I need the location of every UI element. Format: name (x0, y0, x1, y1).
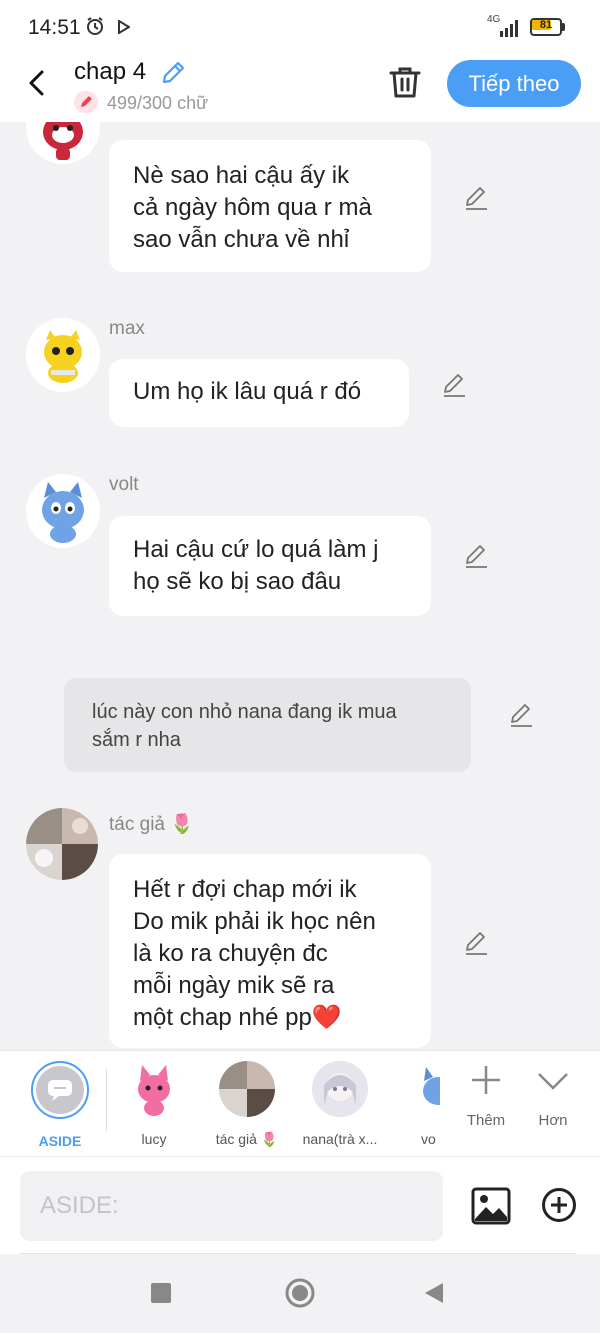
edit-message-icon[interactable] (463, 930, 489, 956)
divider (106, 1069, 107, 1131)
chat-bubble-icon (48, 1080, 72, 1101)
avatar[interactable] (26, 474, 100, 548)
edit-title-icon[interactable] (160, 60, 186, 86)
nav-back-icon[interactable] (424, 1282, 444, 1304)
chat-area: Nè sao hai cậu ấy ik cả ngày hôm qua r m… (0, 122, 600, 1050)
avatar[interactable] (26, 318, 100, 392)
back-arrow-icon[interactable] (24, 68, 50, 98)
aside-line: sắm r nha (92, 729, 181, 751)
word-counter: 499/300 chữ (107, 93, 209, 113)
character-tac-gia[interactable]: tác giả 🌷 (207, 1061, 287, 1148)
character-label: vo (421, 1131, 436, 1147)
speaker-name: volt (109, 474, 139, 495)
message-line: Hai cậu cứ lo quá làm j (133, 536, 379, 563)
character-label: lucy (141, 1131, 167, 1147)
message-line: Um họ ik lâu quá r đó (133, 378, 362, 405)
signal-icon (500, 20, 518, 37)
add-circle-icon[interactable] (541, 1187, 577, 1223)
plus-icon (472, 1066, 500, 1094)
avatar (219, 1061, 275, 1117)
message-line: Do mik phải ik học nên (133, 908, 376, 935)
next-button[interactable]: Tiếp theo (447, 60, 581, 107)
status-bar: 14:51 4G 81 (0, 0, 600, 56)
edit-message-icon[interactable] (463, 543, 489, 569)
more-button[interactable]: Hơn (523, 1063, 583, 1129)
system-nav-bar (0, 1254, 600, 1333)
speaker-name: tác giả 🌷 (109, 814, 194, 835)
message-line: mỗi ngày mik sẽ ra (133, 972, 335, 999)
character-selector: ASIDE lucy tác giả 🌷 nana(trà x... vo Th… (0, 1050, 600, 1156)
speaker-name: max (109, 318, 145, 339)
edit-message-icon[interactable] (463, 185, 489, 211)
character-aside[interactable]: ASIDE (20, 1061, 100, 1149)
edit-message-icon[interactable] (508, 702, 534, 728)
message-bubble[interactable]: Nè sao hai cậu ấy ik cả ngày hôm qua r m… (109, 140, 431, 272)
avatar (410, 1061, 440, 1117)
message-bubble[interactable]: Um họ ik lâu quá r đó (109, 359, 409, 427)
message-bubble[interactable]: Hết r đợi chap mới ik Do mik phải ik học… (109, 854, 431, 1048)
character-label: nana(trà x... (302, 1131, 378, 1147)
aside-bubble[interactable]: lúc này con nhỏ nana đang ik mua sắm r n… (64, 678, 471, 772)
message-bubble[interactable]: Hai cậu cứ lo quá làm j họ sẽ ko bị sao … (109, 516, 431, 616)
avatar[interactable] (26, 808, 98, 880)
message-line: cả ngày hôm qua r mà (133, 194, 372, 221)
battery-level: 81 (539, 19, 553, 31)
add-character-button[interactable]: Thêm (456, 1063, 516, 1129)
battery-icon: 81 (530, 18, 566, 36)
character-lucy[interactable]: lucy (114, 1061, 194, 1147)
recents-icon[interactable] (151, 1283, 171, 1303)
status-time: 14:51 (28, 16, 81, 39)
image-icon[interactable] (471, 1187, 511, 1225)
composer (0, 1156, 600, 1254)
message-line: sao vẫn chưa về nhỉ (133, 226, 350, 253)
chevron-down-icon (538, 1073, 568, 1090)
character-label: tác giả 🌷 (215, 1131, 279, 1147)
chapter-title[interactable]: chap 4 (74, 58, 146, 86)
avatar (126, 1061, 182, 1117)
message-line: là ko ra chuyện đc (133, 940, 328, 967)
message-line: một chap nhé pp❤️ (133, 1004, 342, 1031)
more-label: Hơn (538, 1112, 568, 1129)
message-input[interactable] (20, 1171, 443, 1241)
message-line: Hết r đợi chap mới ik (133, 876, 357, 903)
message-line: Nè sao hai cậu ấy ik (133, 162, 350, 189)
aside-line: lúc này con nhỏ nana đang ik mua (92, 701, 397, 723)
trash-icon[interactable] (388, 64, 422, 100)
avatar (312, 1061, 368, 1117)
play-icon (118, 20, 130, 34)
character-volt[interactable]: vo (390, 1061, 440, 1147)
alarm-icon (87, 17, 103, 35)
character-label: ASIDE (38, 1133, 82, 1149)
avatar[interactable] (26, 122, 100, 164)
aside-avatar (31, 1061, 89, 1119)
counter-pencil-icon (74, 91, 98, 113)
editor-header: chap 4 499/300 chữ Tiếp theo (0, 56, 600, 122)
character-nana[interactable]: nana(trà x... (300, 1061, 380, 1147)
message-line: họ sẽ ko bị sao đâu (133, 568, 342, 595)
add-label: Thêm (466, 1112, 506, 1129)
home-icon[interactable] (285, 1278, 315, 1308)
edit-message-icon[interactable] (441, 372, 467, 398)
